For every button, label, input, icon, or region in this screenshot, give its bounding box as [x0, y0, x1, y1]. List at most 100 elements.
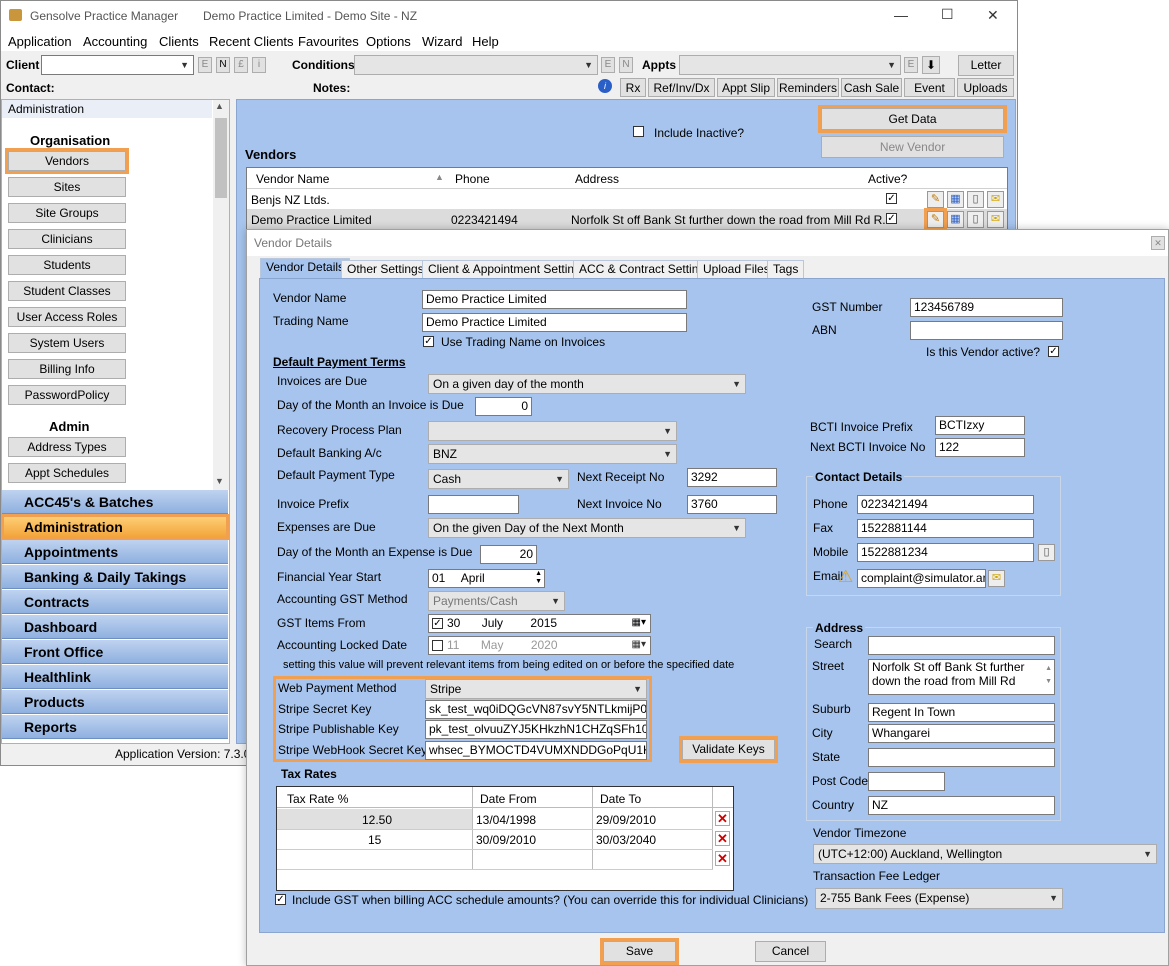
trading-name-field[interactable]: Demo Practice Limited — [422, 313, 687, 332]
mobile-phone-icon[interactable]: ▯ — [1038, 544, 1055, 561]
timezone-select[interactable]: (UTC+12:00) Auckland, Wellington ▼ — [813, 844, 1157, 864]
bcti-prefix-field[interactable]: BCTIzxy — [935, 416, 1025, 435]
fax-field[interactable]: 1522881144 — [857, 519, 1034, 538]
appts-combo[interactable]: ▼ — [679, 55, 901, 75]
category-appointments[interactable]: Appointments — [2, 540, 228, 564]
tab-upload-files[interactable]: Upload Files — [697, 260, 776, 278]
help-circle-icon[interactable]: i — [598, 79, 612, 93]
client-combo[interactable]: ▼ — [41, 55, 194, 75]
mobile-field[interactable]: 1522881234 — [857, 543, 1034, 562]
locked-date[interactable]: 11 May 2020 ▦▾ — [428, 636, 651, 655]
edit-pencil-icon[interactable]: ✎ — [924, 208, 947, 231]
client-info-button[interactable]: i — [252, 57, 266, 73]
nav-address-types[interactable]: Address Types — [8, 437, 126, 457]
cash-sale-button[interactable]: Cash Sale — [841, 78, 902, 97]
street-field[interactable]: Norfolk St off Bank St further down the … — [868, 659, 1055, 695]
minimize-button[interactable]: — — [894, 7, 908, 23]
event-button[interactable]: Event — [904, 78, 955, 97]
conditions-n-button[interactable]: N — [619, 57, 633, 73]
menu-application[interactable]: Application — [8, 34, 72, 49]
stripe-webhook-field[interactable]: whsec_BYMOCTD4VUMXNDDGoPqU1KlTR — [425, 741, 647, 760]
delete-row-icon[interactable]: ✕ — [715, 831, 730, 846]
calendar-icon[interactable]: ▦▾ — [632, 615, 646, 631]
reminders-button[interactable]: Reminders — [777, 78, 839, 97]
edit-pencil-icon[interactable]: ✎ — [927, 191, 944, 208]
expenses-due-select[interactable]: On the given Day of the Next Month ▼ — [428, 518, 746, 538]
nav-vendors[interactable]: Vendors — [5, 148, 129, 174]
country-field[interactable]: NZ — [868, 796, 1055, 815]
email-icon[interactable]: ✉ — [987, 211, 1004, 228]
abn-field[interactable] — [910, 321, 1063, 340]
nav-user-access-roles[interactable]: User Access Roles — [8, 307, 126, 327]
dialog-close-icon[interactable]: ✕ — [1151, 236, 1165, 250]
gst-items-date[interactable]: ✓ 30 July 2015 ▦▾ — [428, 614, 651, 633]
menu-favourites[interactable]: Favourites — [298, 34, 359, 49]
validate-keys-button[interactable]: Validate Keys — [679, 736, 778, 763]
next-bcti-field[interactable]: 122 — [935, 438, 1025, 457]
category-dashboard[interactable]: Dashboard — [2, 615, 228, 639]
banking-select[interactable]: BNZ ▼ — [428, 444, 677, 464]
address-search-field[interactable] — [868, 636, 1055, 655]
tab-other-settings[interactable]: Other Settings — [341, 260, 430, 278]
tab-tags[interactable]: Tags — [767, 260, 805, 278]
close-window-button[interactable]: ✕ — [987, 7, 999, 24]
grid-icon[interactable]: ▦ — [947, 211, 964, 228]
phone-field[interactable]: 0223421494 — [857, 495, 1034, 514]
send-email-icon[interactable]: ✉ — [988, 570, 1005, 587]
client-pound-button[interactable]: £ — [234, 57, 248, 73]
menu-help[interactable]: Help — [472, 34, 499, 49]
download-icon[interactable]: ⬇ — [922, 56, 940, 74]
appts-e-button[interactable]: E — [904, 57, 918, 73]
email-field[interactable]: complaint@simulator.amaz — [857, 569, 986, 588]
stripe-pub-field[interactable]: pk_test_olvuuZYJ5KHkzhN1CHZqSFh100Xp — [425, 720, 647, 739]
letter-button[interactable]: Letter — [958, 55, 1014, 76]
tab-vendor-details[interactable]: Vendor Details — [260, 258, 351, 278]
city-field[interactable]: Whangarei — [868, 724, 1055, 743]
calendar-icon[interactable]: ▦▾ — [632, 637, 646, 653]
use-trading-name-checkbox[interactable]: ✓ — [423, 336, 434, 347]
conditions-combo[interactable]: ▼ — [354, 55, 598, 75]
nav-password-policy[interactable]: PasswordPolicy — [8, 385, 126, 405]
uploads-button[interactable]: Uploads — [957, 78, 1014, 97]
phone-icon[interactable]: ▯ — [967, 191, 984, 208]
col-active[interactable]: Active? — [868, 172, 907, 186]
tab-client-appointment-settings[interactable]: Client & Appointment Settings — [422, 260, 593, 278]
gst-number-field[interactable]: 123456789 — [910, 298, 1063, 317]
vendor-name-field[interactable]: Demo Practice Limited — [422, 290, 687, 309]
locked-date-checkbox[interactable] — [432, 640, 443, 651]
save-button[interactable]: Save — [600, 938, 679, 965]
client-n-button[interactable]: N — [216, 57, 230, 73]
nav-clinicians[interactable]: Clinicians — [8, 229, 126, 249]
scroll-arrows-icon[interactable]: ▲ ▼ — [1045, 662, 1052, 688]
postcode-field[interactable] — [868, 772, 945, 791]
category-administration[interactable]: Administration — [1, 514, 229, 540]
grid-icon[interactable]: ▦ — [947, 191, 964, 208]
rx-button[interactable]: Rx — [620, 78, 646, 97]
nav-students[interactable]: Students — [8, 255, 126, 275]
scroll-thumb[interactable] — [215, 118, 227, 198]
menu-clients[interactable]: Clients — [159, 34, 199, 49]
next-receipt-field[interactable]: 3292 — [687, 468, 777, 487]
delete-row-icon[interactable]: ✕ — [715, 851, 730, 866]
scroll-up-icon[interactable]: ▲ — [215, 101, 224, 111]
stripe-secret-field[interactable]: sk_test_wq0iDQGcVN87svY5NTLkmijP00wW — [425, 700, 647, 719]
tab-acc-contract-settings[interactable]: ACC & Contract Settings — [573, 260, 718, 278]
col-vendor-name[interactable]: Vendor Name — [256, 172, 329, 186]
maximize-button[interactable]: ☐ — [941, 6, 954, 23]
menu-wizard[interactable]: Wizard — [422, 34, 462, 49]
include-gst-acc-checkbox[interactable]: ✓ — [275, 894, 286, 905]
email-icon[interactable]: ✉ — [987, 191, 1004, 208]
category-reports[interactable]: Reports — [2, 715, 228, 739]
phone-icon[interactable]: ▯ — [967, 211, 984, 228]
get-data-button[interactable]: Get Data — [818, 105, 1007, 133]
nav-sites[interactable]: Sites — [8, 177, 126, 197]
payment-type-select[interactable]: Cash ▼ — [428, 469, 569, 489]
ref-inv-dx-button[interactable]: Ref/Inv/Dx — [648, 78, 715, 97]
scroll-down-icon[interactable]: ▼ — [215, 476, 224, 486]
category-contracts[interactable]: Contracts — [2, 590, 228, 614]
conditions-e-button[interactable]: E — [601, 57, 615, 73]
vendor-active-checkbox[interactable]: ✓ — [1048, 346, 1059, 357]
invoices-due-select[interactable]: On a given day of the month ▼ — [428, 374, 746, 394]
category-healthlink[interactable]: Healthlink — [2, 665, 228, 689]
appt-slip-button[interactable]: Appt Slip — [717, 78, 775, 97]
